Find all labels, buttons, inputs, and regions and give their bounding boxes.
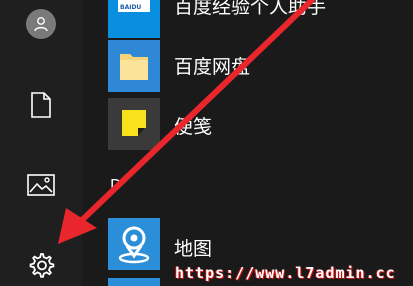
avatar xyxy=(26,9,56,39)
start-menu-rail xyxy=(0,0,82,286)
documents-button[interactable] xyxy=(0,88,82,122)
document-icon xyxy=(31,92,51,118)
user-account-button[interactable] xyxy=(0,7,82,41)
map-pin-icon xyxy=(108,218,160,270)
tile-caption: BAIDU xyxy=(120,4,142,11)
app-label-baidu-netdisk[interactable]: 百度网盘 xyxy=(174,52,250,79)
pictures-button[interactable] xyxy=(0,168,82,202)
app-tile-baidu-jingyan[interactable]: BAIDU xyxy=(108,0,160,38)
watermark-text: https://www.l7admin.cc xyxy=(175,264,396,282)
person-icon xyxy=(34,17,48,32)
app-label-maps[interactable]: 地图 xyxy=(174,234,212,261)
app-tile-sticky-notes[interactable] xyxy=(108,98,160,150)
app-label-sticky-notes[interactable]: 便笺 xyxy=(174,112,212,139)
app-label-baidu-jingyan[interactable]: 百度经验个人助手 xyxy=(174,0,326,19)
app-tile-next[interactable] xyxy=(108,278,160,286)
section-header-d[interactable]: D xyxy=(110,176,122,194)
settings-button[interactable] xyxy=(0,248,82,282)
app-tile-baidu-netdisk[interactable] xyxy=(108,40,160,92)
folder-icon xyxy=(108,40,160,92)
sticky-note-icon xyxy=(108,98,160,150)
app-tile-maps[interactable] xyxy=(108,218,160,270)
gear-icon xyxy=(29,253,55,278)
picture-icon xyxy=(27,174,55,196)
